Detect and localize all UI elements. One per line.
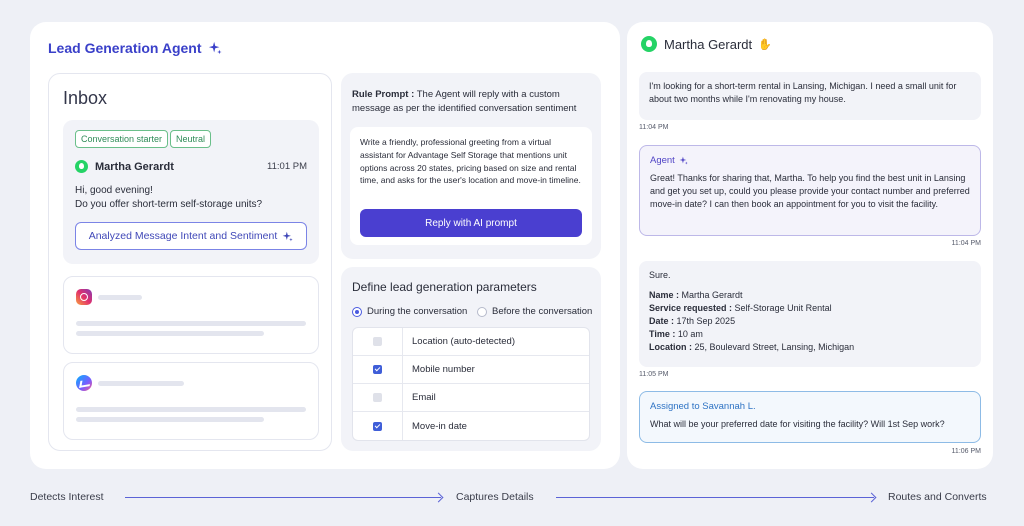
radio-during-label: During the conversation bbox=[367, 306, 468, 317]
placeholder-bar bbox=[76, 321, 306, 326]
message-line-1: Hi, good evening! bbox=[75, 185, 153, 196]
lead-parameters-panel: Define lead generation parameters During… bbox=[341, 267, 601, 451]
analyze-button-label: Analyzed Message Intent and Sentiment bbox=[88, 230, 278, 242]
param-row-location: Location (auto-detected) bbox=[353, 328, 589, 356]
detail-time: Time : 10 am bbox=[649, 329, 703, 339]
radio-during-conversation[interactable]: During the conversation bbox=[352, 306, 467, 317]
tag-conversation-starter: Conversation starter bbox=[75, 130, 169, 148]
radio-before-conversation[interactable]: Before the conversation bbox=[477, 306, 592, 317]
agent-label: Agent bbox=[650, 154, 970, 167]
lead-agent-panel: Lead Generation Agent Inbox Conversation… bbox=[30, 22, 620, 469]
radio-unselected-icon bbox=[477, 306, 487, 317]
instagram-icon bbox=[76, 289, 92, 305]
waving-hand-icon: ✋ bbox=[758, 38, 772, 51]
radio-selected-icon bbox=[352, 306, 362, 317]
messenger-conversation-placeholder[interactable] bbox=[63, 362, 319, 440]
param-row-email: Email bbox=[353, 384, 589, 412]
prompt-textbox[interactable]: Write a friendly, professional greeting … bbox=[350, 127, 592, 245]
placeholder-bar bbox=[76, 331, 264, 336]
placeholder-bar bbox=[98, 381, 184, 386]
param-label: Location (auto-detected) bbox=[412, 336, 515, 347]
user-message-text: I'm looking for a short-term rental in L… bbox=[649, 81, 957, 104]
agent-title-text: Lead Generation Agent bbox=[48, 40, 202, 56]
prompt-text: Write a friendly, professional greeting … bbox=[360, 137, 581, 186]
placeholder-bar bbox=[98, 295, 142, 300]
flow-arrow bbox=[125, 497, 441, 498]
message-timestamp: 11:06 PM bbox=[951, 448, 981, 455]
parameters-table: Location (auto-detected) Mobile number E… bbox=[352, 327, 590, 441]
tag-neutral: Neutral bbox=[170, 130, 212, 148]
reply-with-ai-button[interactable]: Reply with AI prompt bbox=[360, 209, 582, 237]
assigned-message-text: What will be your preferred date for vis… bbox=[650, 419, 945, 429]
rule-prompt-label: Rule Prompt : bbox=[352, 89, 415, 100]
radio-before-label: Before the conversation bbox=[492, 306, 593, 317]
chat-contact-name: Martha Gerardt bbox=[664, 36, 753, 52]
agent-title: Lead Generation Agent bbox=[48, 40, 222, 56]
assigned-label: Assigned to Savannah L. bbox=[650, 401, 756, 412]
whatsapp-icon bbox=[75, 160, 88, 173]
param-label: Mobile number bbox=[412, 364, 475, 375]
checkbox-move-in[interactable] bbox=[373, 421, 382, 431]
whatsapp-icon bbox=[641, 36, 657, 52]
user-message-bubble: I'm looking for a short-term rental in L… bbox=[639, 72, 981, 120]
details-intro: Sure. bbox=[649, 270, 671, 280]
checkbox-location[interactable] bbox=[373, 337, 382, 346]
flow-step-captures-details: Captures Details bbox=[456, 491, 534, 503]
message-time: 11:01 PM bbox=[267, 161, 307, 172]
agent-label-text: Agent bbox=[650, 155, 675, 166]
param-label: Move-in date bbox=[412, 420, 467, 432]
agent-message-bubble: Agent Great! Thanks for sharing that, Ma… bbox=[639, 145, 981, 236]
chat-header: Martha Gerardt ✋ bbox=[641, 36, 772, 52]
rule-prompt-panel: Rule Prompt : The Agent will reply with … bbox=[341, 73, 601, 259]
flow-step-detects-interest: Detects Interest bbox=[30, 491, 104, 503]
user-details-bubble: Sure. Name : Martha Gerardt Service requ… bbox=[639, 261, 981, 367]
message-preview: Hi, good evening! Do you offer short-ter… bbox=[75, 184, 307, 212]
analyze-intent-button[interactable]: Analyzed Message Intent and Sentiment bbox=[75, 222, 307, 250]
inbox-title: Inbox bbox=[63, 88, 108, 108]
sender-name: Martha Gerardt bbox=[95, 160, 174, 173]
detail-location: Location : 25, Boulevard Street, Lansing… bbox=[649, 342, 855, 352]
rule-prompt-heading: Rule Prompt : The Agent will reply with … bbox=[352, 88, 592, 115]
inbox-message-card[interactable]: Conversation starter Neutral Martha Gera… bbox=[63, 120, 319, 264]
param-label: Email bbox=[412, 392, 436, 403]
detail-name: Name : Martha Gerardt bbox=[649, 290, 743, 300]
checkbox-mobile[interactable] bbox=[373, 365, 382, 374]
sparkle-icon bbox=[282, 231, 293, 241]
message-timestamp: 11:04 PM bbox=[951, 240, 981, 247]
placeholder-bar bbox=[76, 417, 264, 422]
placeholder-bar bbox=[76, 407, 306, 412]
messenger-icon bbox=[76, 375, 92, 391]
message-timestamp: 11:04 PM bbox=[639, 124, 669, 131]
sparkle-icon bbox=[208, 41, 222, 55]
message-timestamp: 11:05 PM bbox=[639, 371, 669, 378]
param-row-move-in: Move-in date bbox=[353, 412, 589, 440]
instagram-conversation-placeholder[interactable] bbox=[63, 276, 319, 354]
detail-service: Service requested : Self-Storage Unit Re… bbox=[649, 303, 832, 313]
message-line-2: Do you offer short-term self-storage uni… bbox=[75, 199, 263, 210]
param-row-mobile: Mobile number bbox=[353, 356, 589, 384]
detail-date: Date : 17th Sep 2025 bbox=[649, 316, 736, 326]
chat-panel: Martha Gerardt ✋ I'm looking for a short… bbox=[627, 22, 993, 469]
params-title: Define lead generation parameters bbox=[352, 280, 537, 294]
checkbox-email[interactable] bbox=[373, 393, 382, 402]
sparkle-icon bbox=[679, 156, 688, 165]
assigned-message-bubble: Assigned to Savannah L. What will be you… bbox=[639, 391, 981, 443]
flow-arrow bbox=[556, 497, 874, 498]
flow-step-routes-converts: Routes and Converts bbox=[888, 491, 987, 503]
agent-message-text: Great! Thanks for sharing that, Martha. … bbox=[650, 173, 970, 209]
inbox-panel: Inbox Conversation starter Neutral Marth… bbox=[48, 73, 332, 451]
sender-row: Martha Gerardt 11:01 PM bbox=[75, 160, 307, 173]
